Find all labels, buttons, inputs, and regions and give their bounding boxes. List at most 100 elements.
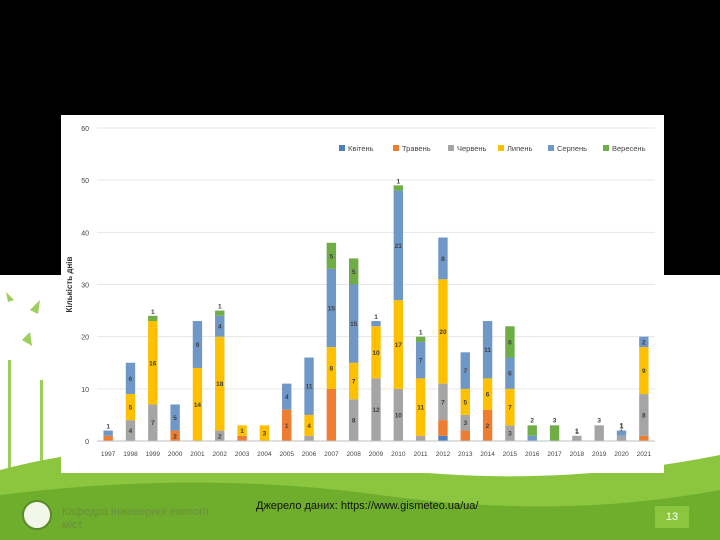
legend-entry: Червень [457, 144, 487, 153]
x-tick-label: 1998 [123, 451, 138, 458]
data-label: 9 [196, 342, 200, 349]
x-tick-label: 2015 [503, 451, 518, 458]
legend-entry: Травень [402, 144, 431, 153]
data-label: 12 [372, 407, 380, 414]
x-tick-label: 2005 [279, 451, 294, 458]
data-label: 4 [218, 324, 222, 331]
data-label: 7 [151, 420, 155, 427]
x-tick-label: 2019 [592, 451, 607, 458]
data-label: 2 [218, 433, 222, 440]
data-label: 8 [352, 418, 356, 425]
page-number-badge: 13 [655, 506, 689, 528]
bar-segment [527, 435, 537, 441]
bar-segment [616, 435, 627, 441]
data-label: 4 [307, 423, 311, 430]
bar-segment [103, 435, 113, 441]
data-label: 21 [395, 243, 403, 250]
x-tick-label: 2004 [257, 451, 272, 458]
y-tick-label: 30 [81, 283, 89, 290]
x-tick-label: 2009 [369, 451, 384, 458]
legend-entry: Липень [507, 144, 532, 153]
bar-segment [438, 420, 448, 436]
x-tick-label: 2010 [391, 451, 406, 458]
y-axis-label: Кількість днів [65, 256, 74, 312]
y-tick-label: 10 [81, 387, 89, 394]
legend-swatch [393, 145, 399, 151]
data-label: 7 [441, 399, 445, 406]
data-label: 1 [374, 314, 378, 321]
x-tick-label: 2000 [168, 451, 183, 458]
data-label: 8 [642, 412, 646, 419]
y-tick-label: 40 [81, 230, 89, 237]
bar-segment [639, 435, 649, 441]
bar-segment [594, 425, 604, 441]
data-label: 2 [486, 423, 490, 430]
data-label: 1 [151, 309, 155, 316]
data-label: 14 [194, 402, 202, 409]
data-label: 7 [419, 358, 423, 365]
x-tick-label: 2008 [346, 451, 361, 458]
data-label: 5 [173, 415, 177, 422]
x-tick-label: 2020 [614, 451, 629, 458]
bar-segment [215, 310, 225, 316]
data-label: 1 [218, 304, 222, 311]
data-label: 15 [350, 321, 358, 328]
data-label: 3 [597, 417, 601, 424]
x-tick-label: 2018 [570, 451, 585, 458]
y-tick-label: 20 [81, 335, 89, 342]
legend-swatch [548, 145, 554, 151]
bar-segment [237, 435, 247, 441]
data-label: 17 [395, 342, 403, 349]
bar-segment [549, 425, 560, 441]
data-label: 8 [441, 256, 445, 263]
x-tick-label: 2011 [414, 451, 428, 458]
x-tick-label: 2007 [324, 451, 339, 458]
bar-segment [616, 430, 627, 436]
data-label: 18 [216, 381, 224, 388]
legend-entry: Серпень [557, 144, 587, 153]
data-label: 6 [486, 392, 490, 399]
data-label: 7 [508, 405, 512, 412]
data-label: 2 [642, 339, 646, 346]
x-tick-label: 2006 [302, 451, 317, 458]
x-tick-label: 1997 [101, 451, 116, 458]
data-label: 10 [395, 412, 403, 419]
stacked-bar-chart: 0102030405060Кількість днів1199745619987… [65, 126, 655, 458]
legend-entry: Квітень [348, 144, 374, 153]
data-label: 11 [417, 405, 424, 412]
data-label: 5 [463, 399, 467, 406]
data-label: 6 [129, 376, 133, 383]
data-label: 7 [352, 379, 356, 386]
data-label: 1 [419, 330, 423, 337]
data-label: 1 [285, 423, 289, 430]
x-tick-label: 2017 [547, 451, 562, 458]
data-label: 1 [620, 423, 624, 430]
x-tick-label: 2014 [480, 451, 495, 458]
bar-segment [148, 315, 158, 322]
bar-segment [572, 435, 582, 441]
y-tick-label: 0 [85, 439, 89, 446]
legend-swatch [498, 145, 504, 151]
x-tick-label: 2001 [190, 451, 205, 458]
bar-segment [438, 435, 448, 441]
y-tick-label: 50 [81, 178, 89, 185]
x-tick-label: 2012 [436, 451, 451, 458]
legend-swatch [339, 145, 345, 151]
bar-segment [415, 435, 426, 441]
bar-segment [371, 321, 381, 327]
data-label: 5 [129, 405, 133, 412]
bar-segment [460, 430, 470, 441]
bar-segment [527, 425, 537, 436]
data-label: 3 [463, 420, 467, 427]
bar-segment [393, 185, 404, 191]
x-tick-label: 1999 [146, 451, 161, 458]
data-label: 2 [173, 433, 177, 440]
department-label-line2: міст [62, 519, 83, 531]
x-tick-label: 2016 [525, 451, 540, 458]
legend-swatch [448, 145, 454, 151]
bar-segment [304, 435, 314, 441]
data-label: 1 [106, 424, 110, 431]
data-label: 1 [575, 428, 579, 435]
data-label: 8 [330, 365, 334, 372]
bar-segment [415, 336, 426, 342]
